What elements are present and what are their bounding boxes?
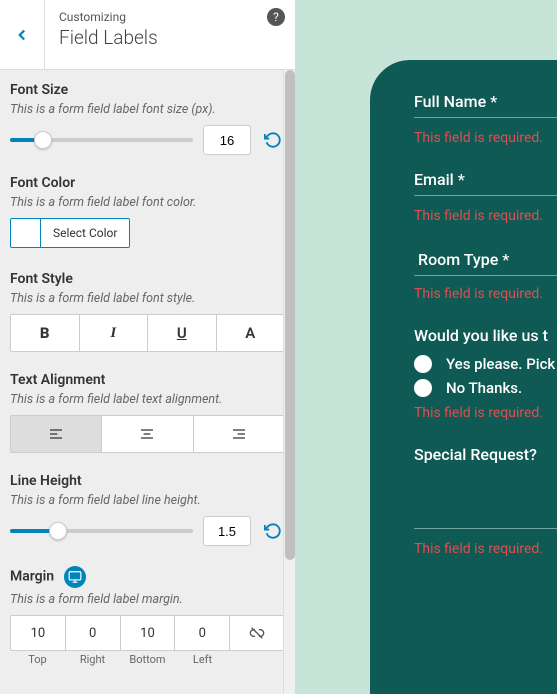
breadcrumb: Customizing: [59, 10, 281, 24]
margin-left-input[interactable]: 0: [175, 616, 230, 650]
align-center-icon: [139, 426, 155, 442]
margin-title: Margin: [10, 566, 285, 588]
font-color-desc: This is a form field label font color.: [10, 195, 285, 210]
preview-pane: Full Name * This field is required. Emai…: [295, 0, 557, 694]
margin-desc: This is a form field label margin.: [10, 592, 285, 607]
text-align-desc: This is a form field label text alignmen…: [10, 392, 285, 407]
font-size-input[interactable]: [203, 125, 251, 155]
radio-icon: [414, 379, 432, 397]
responsive-toggle[interactable]: [64, 566, 86, 588]
error-message: This field is required.: [414, 208, 557, 224]
margin-right-label: Right: [65, 653, 120, 666]
select-color-button[interactable]: Select Color: [41, 219, 129, 247]
margin-link-button[interactable]: [230, 616, 284, 650]
error-message: This field is required.: [414, 541, 557, 557]
font-size-title: Font Size: [10, 82, 285, 98]
margin-top-input[interactable]: 10: [11, 616, 66, 650]
font-size-desc: This is a form field label font size (px…: [10, 102, 285, 117]
radio-yes-label: Yes please. Pick: [446, 355, 555, 373]
room-type-label[interactable]: Room Type *: [414, 248, 557, 275]
line-height-reset[interactable]: [261, 519, 285, 543]
unlink-icon: [249, 625, 265, 641]
font-size-reset[interactable]: [261, 128, 285, 152]
margin-right-input[interactable]: 0: [66, 616, 121, 650]
align-right-icon: [231, 426, 247, 442]
help-icon[interactable]: ?: [267, 8, 285, 26]
reset-icon: [264, 522, 282, 540]
email-label: Email *: [414, 170, 557, 189]
color-swatch[interactable]: [11, 219, 41, 247]
font-color-title: Font Color: [10, 175, 285, 191]
error-message: This field is required.: [414, 130, 557, 146]
uppercase-button[interactable]: A: [217, 315, 285, 351]
align-left-icon: [48, 426, 64, 442]
color-picker[interactable]: Select Color: [10, 218, 130, 248]
line-height-desc: This is a form field label line height.: [10, 493, 285, 508]
error-message: This field is required.: [414, 405, 557, 421]
error-message: This field is required.: [414, 286, 557, 302]
radio-no-label: No Thanks.: [446, 379, 522, 397]
back-button[interactable]: [0, 0, 45, 69]
desktop-icon: [68, 570, 82, 584]
line-height-slider[interactable]: [10, 521, 193, 541]
align-center-button[interactable]: [102, 416, 193, 452]
font-style-desc: This is a form field label font style.: [10, 291, 285, 306]
chevron-left-icon: [13, 26, 31, 44]
room-type-select[interactable]: [414, 275, 557, 276]
special-request-label: Special Request?: [414, 445, 557, 464]
margin-top-label: Top: [10, 653, 65, 666]
full-name-label: Full Name *: [414, 92, 557, 111]
full-name-input[interactable]: [414, 117, 557, 118]
radio-option-yes[interactable]: Yes please. Pick: [414, 355, 557, 373]
underline-button[interactable]: U: [148, 315, 217, 351]
font-size-slider[interactable]: [10, 130, 193, 150]
radio-icon: [414, 355, 432, 373]
special-request-textarea[interactable]: [414, 470, 557, 528]
email-input[interactable]: [414, 195, 557, 196]
margin-title-text: Margin: [10, 569, 54, 585]
radio-option-no[interactable]: No Thanks.: [414, 379, 557, 397]
reset-icon: [264, 131, 282, 149]
align-right-button[interactable]: [194, 416, 284, 452]
scrollbar[interactable]: [283, 70, 295, 694]
scrollbar-thumb[interactable]: [285, 70, 295, 560]
text-align-title: Text Alignment: [10, 372, 285, 388]
line-height-input[interactable]: [203, 516, 251, 546]
margin-bottom-input[interactable]: 10: [121, 616, 176, 650]
form-preview: Full Name * This field is required. Emai…: [370, 60, 557, 694]
customizer-header: Customizing Field Labels ?: [0, 0, 295, 70]
line-height-title: Line Height: [10, 473, 285, 489]
pickup-label: Would you like us t: [414, 326, 557, 345]
page-title: Field Labels: [59, 26, 281, 49]
margin-left-label: Left: [175, 653, 230, 666]
textarea-underline: [414, 528, 557, 529]
align-left-button[interactable]: [11, 416, 102, 452]
italic-button[interactable]: I: [80, 315, 149, 351]
bold-button[interactable]: B: [11, 315, 80, 351]
font-style-title: Font Style: [10, 271, 285, 287]
margin-bottom-label: Bottom: [120, 653, 175, 666]
